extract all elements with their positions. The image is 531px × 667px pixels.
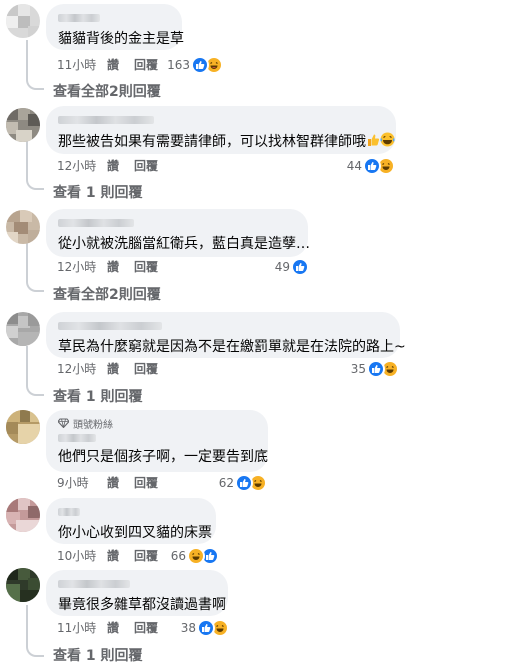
thread-curve: [26, 280, 44, 292]
reply-button[interactable]: 回覆: [134, 259, 158, 275]
reaction-count[interactable]: 49: [268, 259, 290, 275]
timestamp[interactable]: 12小時: [57, 158, 107, 174]
author-name-redacted[interactable]: [58, 14, 100, 22]
comment-text: 草民為什麼窮就是因為不是在繳罰單就是在法院的路上~: [58, 339, 406, 355]
like-button[interactable]: 讚: [107, 475, 134, 491]
comment-bubble: 貓貓背後的金主是草: [46, 4, 184, 50]
comment-text: 你小心收到四叉貓的床票: [58, 525, 212, 541]
thread-line: [26, 140, 28, 180]
comment-text-content: 那些被告如果有需要請律師，可以找林智群律師哦: [58, 134, 366, 150]
thread-line: [26, 346, 28, 386]
comment-meta: 11小時讚回覆: [57, 620, 158, 636]
like-button[interactable]: 讚: [107, 259, 134, 275]
comment-meta: 10小時讚回覆: [57, 548, 158, 564]
like-icon: [197, 619, 215, 637]
reaction-count[interactable]: 35: [344, 361, 366, 377]
avatar[interactable]: [6, 210, 40, 244]
laughing-emoji-icon: [380, 132, 395, 152]
thread-curve: [26, 645, 44, 657]
reaction-count[interactable]: 44: [340, 158, 362, 174]
like-button[interactable]: 讚: [107, 548, 134, 564]
avatar[interactable]: [6, 410, 40, 444]
comment-meta: 12小時讚回覆: [57, 158, 158, 174]
thread-curve: [26, 78, 44, 90]
timestamp[interactable]: 12小時: [57, 361, 107, 377]
reply-button[interactable]: 回覆: [134, 57, 158, 73]
thread-line: [26, 242, 28, 282]
like-icon: [367, 360, 385, 378]
author-name-redacted[interactable]: [58, 116, 154, 124]
comment-meta: 9小時讚回覆: [57, 475, 158, 491]
avatar[interactable]: [6, 312, 40, 346]
timestamp[interactable]: 11小時: [57, 620, 107, 636]
like-icon: [235, 474, 253, 492]
diamond-icon: [58, 418, 69, 428]
comment-bubble: 頭號粉絲 他們只是個孩子啊，一定要告到底: [46, 410, 268, 472]
thread-line: [26, 605, 28, 647]
comment-meta: 12小時讚回覆: [57, 361, 158, 377]
like-icon: [291, 258, 309, 276]
reply-button[interactable]: 回覆: [134, 620, 158, 636]
reactions[interactable]: [291, 258, 309, 276]
comment-text: 畢竟很多雜草都沒讀過書啊: [58, 597, 226, 613]
like-button[interactable]: 讚: [107, 158, 134, 174]
avatar[interactable]: [6, 498, 40, 532]
reaction-count[interactable]: 163: [166, 57, 190, 73]
comment-bubble: 從小就被洗腦當紅衛兵，藍白真是造孽…: [46, 209, 310, 257]
thread-line: [26, 40, 28, 80]
reactions[interactable]: [367, 360, 399, 378]
avatar[interactable]: [6, 4, 40, 38]
comment-text: 他們只是個孩子啊，一定要告到底: [58, 449, 268, 465]
author-name-redacted[interactable]: [58, 434, 96, 442]
avatar[interactable]: [6, 568, 40, 602]
reactions[interactable]: [187, 547, 219, 565]
like-button[interactable]: 讚: [107, 361, 134, 377]
reply-button[interactable]: 回覆: [134, 361, 158, 377]
badge-label: 頭號粉絲: [73, 419, 113, 431]
author-name-redacted[interactable]: [58, 508, 80, 516]
thumbs-up-emoji-icon: [366, 133, 380, 152]
comment-meta: 12小時讚回覆: [57, 259, 158, 275]
thread-curve: [26, 178, 44, 190]
comment-text: 那些被告如果有需要請律師，可以找林智群律師哦: [58, 132, 395, 152]
timestamp[interactable]: 12小時: [57, 259, 107, 275]
reply-button[interactable]: 回覆: [134, 475, 158, 491]
view-replies-link[interactable]: 查看 1 則回覆: [53, 645, 143, 665]
haha-icon: [187, 547, 205, 565]
view-replies-link[interactable]: 查看全部2則回覆: [53, 284, 161, 304]
reaction-count[interactable]: 62: [212, 475, 234, 491]
timestamp[interactable]: 11小時: [57, 57, 107, 73]
reactions[interactable]: [363, 157, 395, 175]
comment-text: 從小就被洗腦當紅衛兵，藍白真是造孽…: [58, 236, 310, 252]
author-name-redacted[interactable]: [58, 219, 134, 227]
like-icon: [363, 157, 381, 175]
comment-bubble: 畢竟很多雜草都沒讀過書啊: [46, 570, 228, 616]
reactions[interactable]: [191, 56, 223, 74]
reply-button[interactable]: 回覆: [134, 158, 158, 174]
comment-meta: 11小時讚回覆: [57, 57, 158, 73]
timestamp[interactable]: 10小時: [57, 548, 107, 564]
thread-curve: [26, 384, 44, 396]
avatar[interactable]: [6, 108, 40, 142]
comment-bubble: 草民為什麼窮就是因為不是在繳罰單就是在法院的路上~: [46, 312, 406, 358]
comment-text: 貓貓背後的金主是草: [58, 31, 184, 47]
reaction-count[interactable]: 38: [174, 620, 196, 636]
reactions[interactable]: [197, 619, 229, 637]
author-name-redacted[interactable]: [58, 580, 130, 588]
reply-button[interactable]: 回覆: [134, 548, 158, 564]
author-name-redacted[interactable]: [58, 322, 162, 330]
timestamp[interactable]: 9小時: [57, 475, 107, 491]
reaction-count[interactable]: 66: [164, 548, 186, 564]
like-button[interactable]: 讚: [107, 620, 134, 636]
top-fan-badge[interactable]: 頭號粉絲: [58, 416, 256, 431]
like-button[interactable]: 讚: [107, 57, 134, 73]
like-icon: [191, 56, 209, 74]
view-replies-link[interactable]: 查看 1 則回覆: [53, 386, 143, 406]
reactions[interactable]: [235, 474, 267, 492]
comment-bubble: 你小心收到四叉貓的床票: [46, 498, 216, 544]
comment-bubble: 那些被告如果有需要請律師，可以找林智群律師哦: [46, 106, 396, 154]
view-replies-link[interactable]: 查看 1 則回覆: [53, 182, 143, 202]
view-replies-link[interactable]: 查看全部2則回覆: [53, 81, 161, 101]
